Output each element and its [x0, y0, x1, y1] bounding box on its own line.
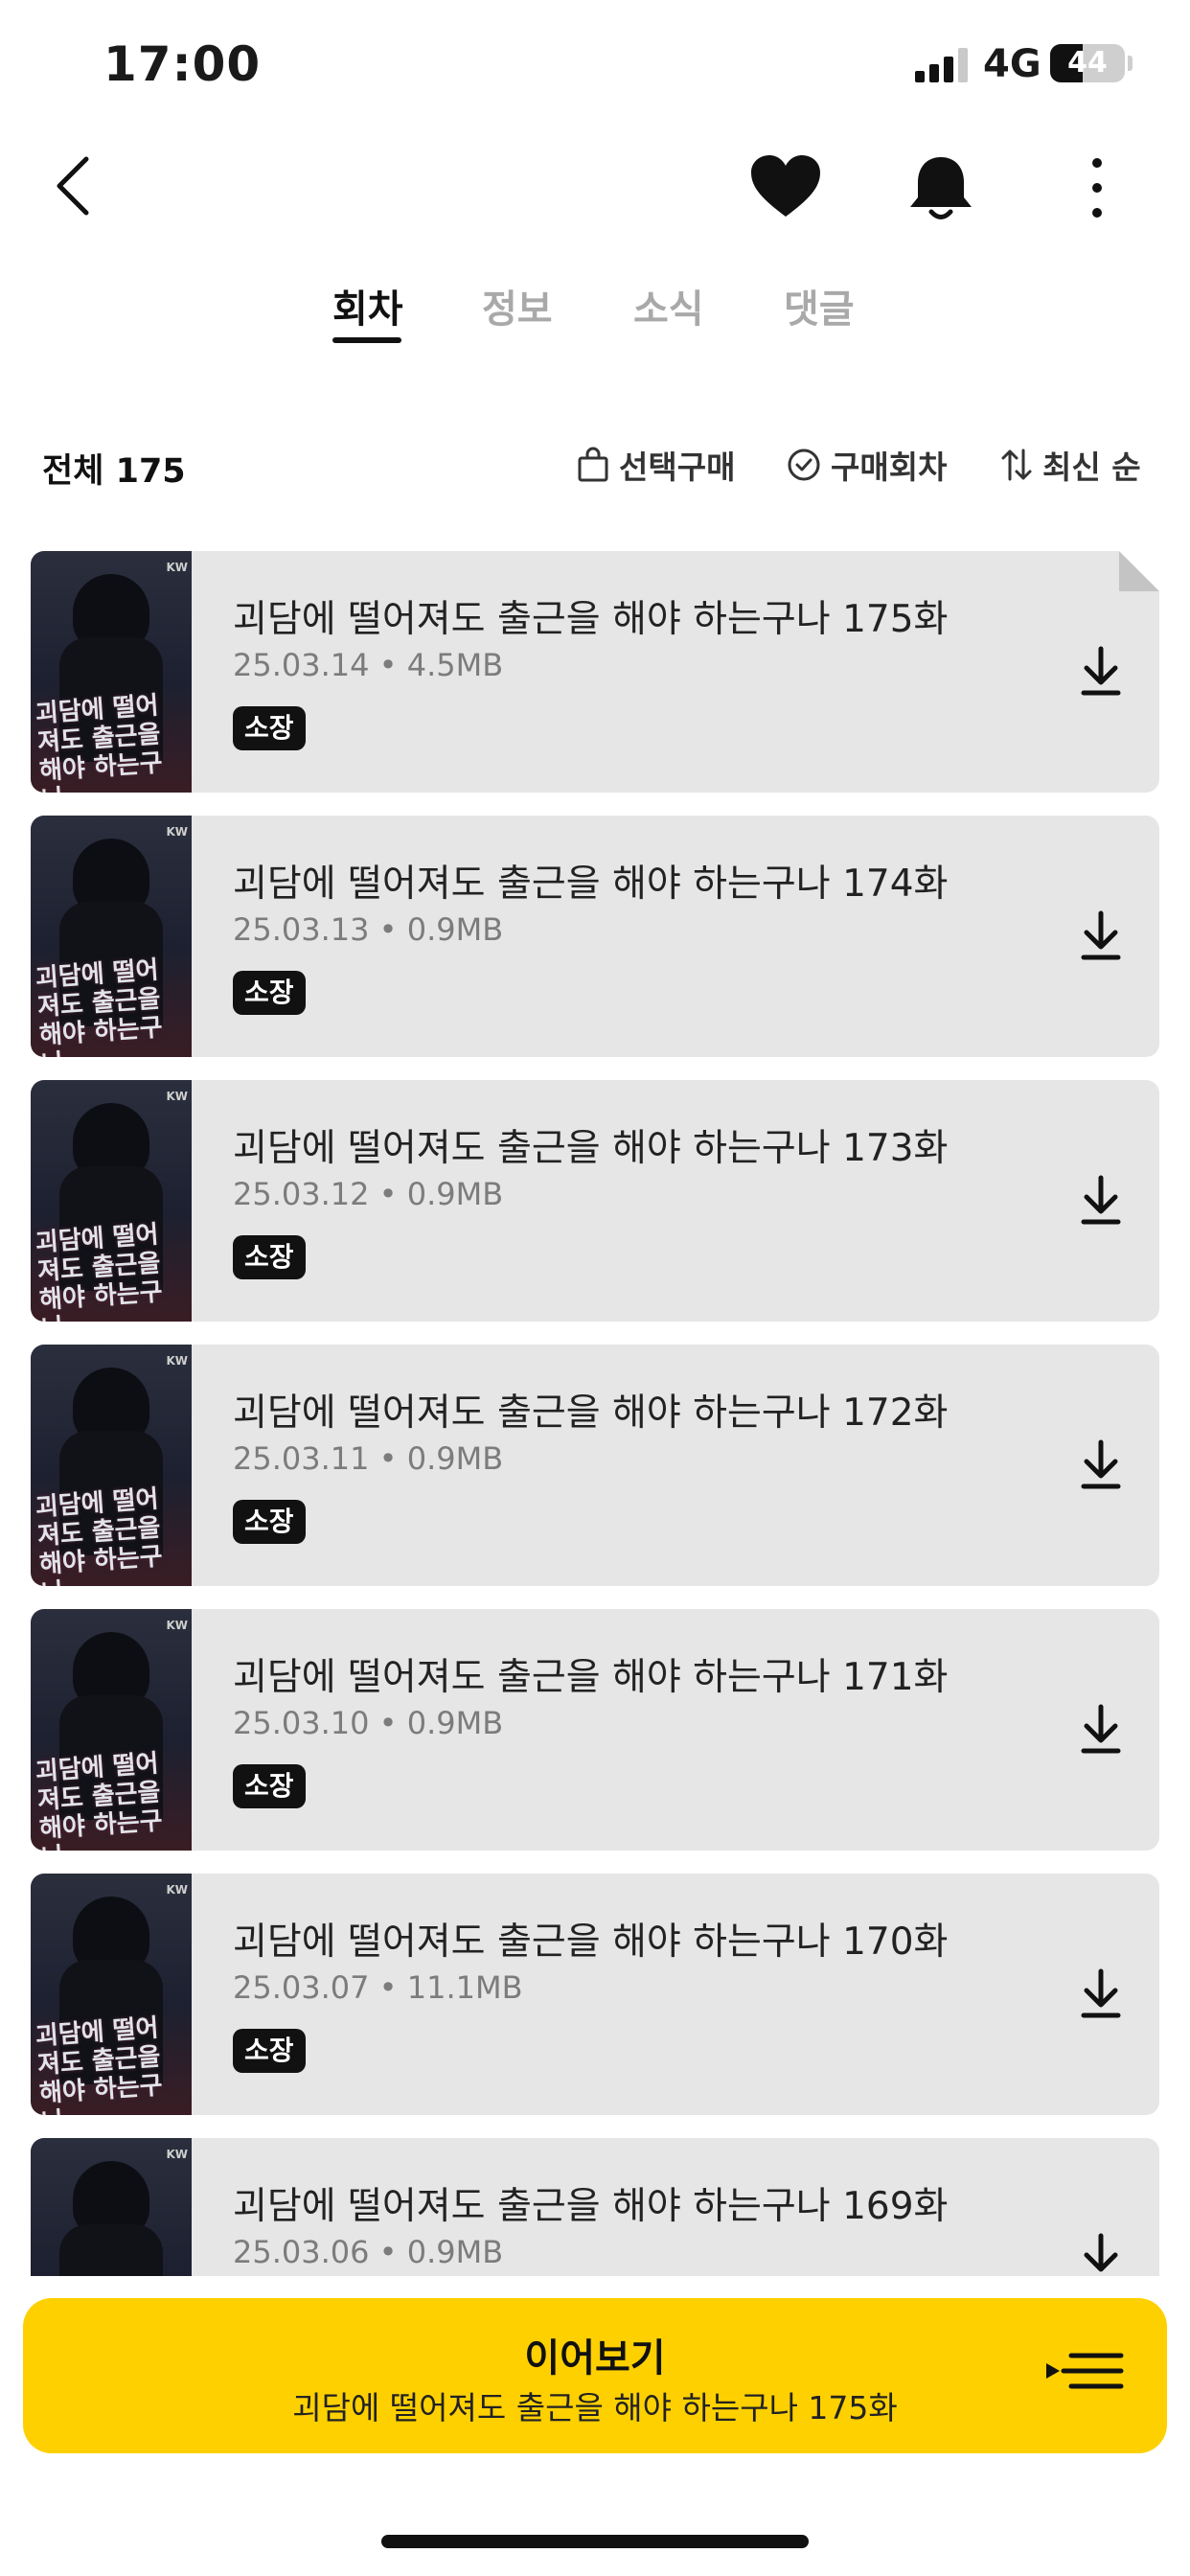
download-button[interactable] — [1075, 1966, 1127, 2023]
tab-bar: 회차 정보 소식 댓글 — [0, 278, 1190, 355]
cover-publisher-mark: KW — [166, 1090, 188, 1103]
episode-thumbnail: KW 괴담에 떨어져도 출근을 해야 하는구나 — [31, 1080, 192, 1322]
tab-comments[interactable]: 댓글 — [784, 278, 855, 334]
episode-total: 전체 175 — [42, 452, 186, 491]
chevron-left-icon — [57, 156, 89, 216]
owned-badge: 소장 — [233, 1764, 306, 1808]
episode-title: 괴담에 떨어져도 출근을 해야 하는구나 170화 — [233, 1920, 949, 1964]
status-time: 17:00 — [103, 36, 262, 92]
home-indicator — [381, 2535, 809, 2548]
episode-title: 괴담에 떨어져도 출근을 해야 하는구나 174화 — [233, 862, 949, 906]
purchased-episodes-label: 구매회차 — [831, 448, 948, 486]
episode-title: 괴담에 떨어져도 출근을 해야 하는구나 173화 — [233, 1127, 949, 1170]
tab-episodes[interactable]: 회차 — [332, 278, 403, 334]
episode-meta: 25.03.14 • 4.5MB — [233, 647, 504, 683]
cover-title-text: 괴담에 떨어져도 출근을 해야 하는구나 — [34, 955, 164, 1057]
episode-title: 괴담에 떨어져도 출근을 해야 하는구나 169화 — [233, 2185, 949, 2228]
download-icon — [1081, 1704, 1121, 1754]
battery-icon: 44 — [1050, 44, 1125, 82]
active-tab-indicator — [332, 337, 401, 343]
episode-thumbnail: KW 괴담에 떨어져도 출근을 해야 하는구나 — [31, 1345, 192, 1586]
battery-level: 44 — [1067, 46, 1108, 80]
purchased-episodes-button[interactable]: 구매회차 — [787, 441, 947, 489]
episode-card[interactable]: KW 괴담에 떨어져도 출근을 해야 하는구나 괴담에 떨어져도 출근을 해야 … — [31, 1080, 1159, 1322]
sort-button[interactable]: 최신 순 — [1000, 441, 1141, 489]
back-button[interactable] — [48, 151, 105, 220]
episode-meta: 25.03.12 • 0.9MB — [233, 1176, 504, 1212]
cover-publisher-mark: KW — [166, 561, 188, 574]
cover-publisher-mark: KW — [166, 1883, 188, 1897]
cover-publisher-mark: KW — [166, 825, 188, 839]
select-purchase-button[interactable]: 선택구매 — [577, 441, 735, 489]
cover-title-text: 괴담에 떨어져도 출근을 해야 하는구나 — [34, 1484, 164, 1586]
episode-title: 괴담에 떨어져도 출근을 해야 하는구나 172화 — [233, 1392, 949, 1435]
status-bar: 17:00 4G 44 — [0, 0, 1190, 134]
more-vertical-icon — [1092, 158, 1102, 218]
download-button[interactable] — [1075, 908, 1127, 965]
new-episode-corner-mark — [1119, 551, 1159, 591]
cover-title-text: 괴담에 떨어져도 출근을 해야 하는구나 — [34, 1220, 164, 1322]
episode-title: 괴담에 떨어져도 출근을 해야 하는구나 175화 — [233, 598, 949, 641]
continue-reading-button[interactable]: 이어보기 괴담에 떨어져도 출근을 해야 하는구나 175화 — [23, 2298, 1167, 2453]
owned-badge: 소장 — [233, 1235, 306, 1279]
episode-card[interactable]: KW 괴담에 떨어져도 출근을 해야 하는구나 괴담에 떨어져도 출근을 해야 … — [31, 2138, 1159, 2276]
heart-icon — [751, 155, 820, 217]
owned-badge: 소장 — [233, 706, 306, 750]
sort-label: 최신 순 — [1042, 448, 1141, 486]
check-circle-icon — [788, 448, 820, 481]
signal-icon — [915, 48, 969, 82]
network-type: 4G — [983, 42, 1041, 86]
select-purchase-label: 선택구매 — [619, 448, 736, 486]
episode-thumbnail: KW 괴담에 떨어져도 출근을 해야 하는구나 — [31, 2138, 192, 2276]
cover-title-text: 괴담에 떨어져도 출근을 해야 하는구나 — [34, 691, 164, 793]
cover-publisher-mark: KW — [166, 2148, 188, 2161]
owned-badge: 소장 — [233, 1500, 306, 1544]
episode-meta: 25.03.11 • 0.9MB — [233, 1440, 504, 1477]
favorite-button[interactable] — [749, 153, 822, 222]
download-button[interactable] — [1075, 1172, 1127, 1230]
tab-news[interactable]: 소식 — [633, 278, 704, 334]
shopping-bag-icon — [578, 447, 608, 482]
download-icon — [1084, 2233, 1118, 2272]
more-menu-button[interactable] — [1073, 153, 1121, 222]
download-button[interactable] — [1075, 1437, 1127, 1494]
download-button[interactable] — [1075, 1701, 1127, 1759]
episode-card[interactable]: KW 괴담에 떨어져도 출근을 해야 하는구나 괴담에 떨어져도 출근을 해야 … — [31, 816, 1159, 1057]
episode-card[interactable]: KW 괴담에 떨어져도 출근을 해야 하는구나 괴담에 떨어져도 출근을 해야 … — [31, 1345, 1159, 1586]
episode-meta: 25.03.06 • 0.9MB — [233, 2234, 504, 2270]
download-icon — [1081, 910, 1121, 960]
sort-icon — [1001, 448, 1032, 481]
episode-thumbnail: KW 괴담에 떨어져도 출근을 해야 하는구나 — [31, 1874, 192, 2115]
cover-title-text: 괴담에 떨어져도 출근을 해야 하는구나 — [34, 1749, 164, 1851]
battery-cap — [1128, 56, 1133, 71]
tab-info[interactable]: 정보 — [482, 278, 553, 334]
download-button[interactable] — [1075, 2230, 1127, 2276]
episode-title: 괴담에 떨어져도 출근을 해야 하는구나 171화 — [233, 1656, 949, 1699]
episode-card[interactable]: KW 괴담에 떨어져도 출근을 해야 하는구나 괴담에 떨어져도 출근을 해야 … — [31, 1874, 1159, 2115]
owned-badge: 소장 — [233, 971, 306, 1015]
download-icon — [1081, 1175, 1121, 1225]
episode-meta: 25.03.13 • 0.9MB — [233, 911, 504, 948]
episode-meta: 25.03.10 • 0.9MB — [233, 1705, 504, 1741]
episode-thumbnail: KW 괴담에 떨어져도 출근을 해야 하는구나 — [31, 816, 192, 1057]
download-icon — [1081, 1439, 1121, 1489]
continue-title: 이어보기 — [524, 2336, 666, 2380]
episode-card[interactable]: KW 괴담에 떨어져도 출근을 해야 하는구나 괴담에 떨어져도 출근을 해야 … — [31, 1609, 1159, 1851]
episode-list: KW 괴담에 떨어져도 출근을 해야 하는구나 괴담에 떨어져도 출근을 해야 … — [31, 551, 1159, 2276]
cover-publisher-mark: KW — [166, 1354, 188, 1368]
episode-thumbnail: KW 괴담에 떨어져도 출근을 해야 하는구나 — [31, 551, 192, 793]
playlist-icon — [1046, 2353, 1124, 2389]
notification-button[interactable] — [906, 151, 975, 224]
bell-icon — [910, 157, 972, 219]
episode-card[interactable]: KW 괴담에 떨어져도 출근을 해야 하는구나 괴담에 떨어져도 출근을 해야 … — [31, 551, 1159, 793]
download-button[interactable] — [1075, 643, 1127, 701]
download-icon — [1081, 1968, 1121, 2018]
cover-publisher-mark: KW — [166, 1619, 188, 1632]
cover-title-text: 괴담에 떨어져도 출근을 해야 하는구나 — [34, 2013, 164, 2115]
episode-thumbnail: KW 괴담에 떨어져도 출근을 해야 하는구나 — [31, 1609, 192, 1851]
episode-meta: 25.03.07 • 11.1MB — [233, 1969, 523, 2006]
owned-badge: 소장 — [233, 2029, 306, 2073]
continue-subtitle: 괴담에 떨어져도 출근을 해야 하는구나 175화 — [292, 2389, 898, 2426]
download-icon — [1081, 646, 1121, 696]
